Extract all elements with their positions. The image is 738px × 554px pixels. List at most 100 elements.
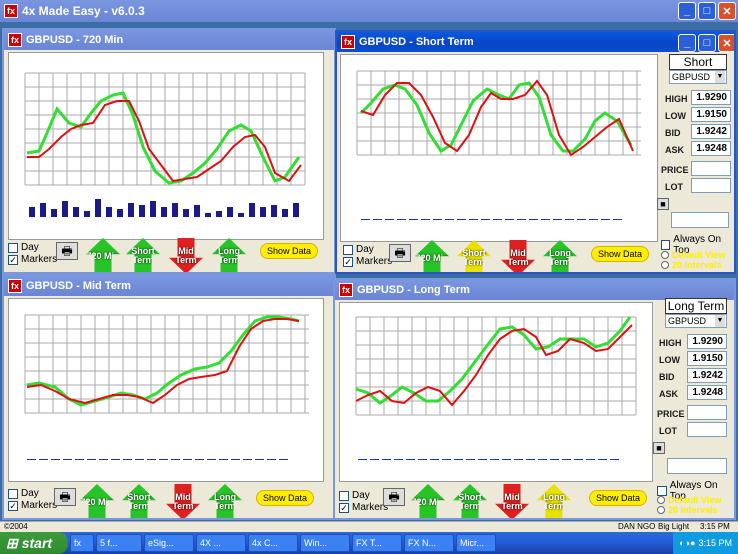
show-data-button[interactable]: Show Data [591, 246, 650, 262]
tray-icons: ◐◑● [679, 538, 696, 548]
light-text: Big Light [658, 522, 690, 531]
show-data-button[interactable]: Show Data [256, 490, 315, 506]
minimize-button[interactable]: _ [678, 34, 696, 52]
day-checkbox[interactable]: Day [343, 244, 374, 255]
tick-mark [370, 459, 379, 460]
markers-checkbox[interactable]: ✓ Markers [343, 256, 392, 267]
short-term-button[interactable]: Short Term [453, 484, 487, 518]
start-button[interactable]: ⊞ start [0, 532, 68, 554]
window-icon: fx [339, 283, 353, 297]
window-titlebar[interactable]: fx GBPUSD - Mid Term [4, 276, 334, 296]
maximize-button[interactable]: □ [698, 34, 716, 52]
window-titlebar[interactable]: fx GBPUSD - Long Term [335, 280, 734, 300]
bid-value: 1.9242 [691, 124, 731, 139]
short-term-button[interactable]: Short Term [126, 238, 160, 272]
maximize-button[interactable]: □ [698, 2, 716, 20]
lot-label: LOT [659, 426, 677, 436]
long-term-button[interactable]: Long Term [537, 484, 571, 518]
taskbar-item[interactable]: Win... [300, 534, 350, 552]
window-title: GBPUSD - 720 Min [26, 34, 124, 46]
intervals-radio[interactable]: 20 Intervals [661, 260, 722, 270]
long-term-button[interactable]: Long Term [543, 240, 577, 272]
data-tick-row [358, 459, 619, 460]
default-view-radio[interactable]: Default View [661, 250, 725, 260]
window-titlebar[interactable]: fx GBPUSD - Short Term _ □ ✕ [337, 32, 734, 52]
pair-select[interactable]: GBPUSD [669, 70, 727, 84]
quicklaunch-fx-icon[interactable]: fx [70, 534, 94, 552]
window-titlebar[interactable]: fx GBPUSD - 720 Min [4, 30, 334, 50]
ask-value: 1.9248 [691, 141, 731, 156]
status-bar: ©2004 DAN NGO Big Light 3:15 PM [0, 521, 738, 532]
tick-mark [51, 459, 60, 460]
window-mid-term[interactable]: fx GBPUSD - Mid Term Day ✓ Markers 🖶 720 … [2, 274, 336, 520]
printer-icon[interactable]: 🖶 [54, 488, 76, 506]
720-min-button[interactable]: 720 Min [86, 238, 120, 272]
window-long-term[interactable]: fx GBPUSD - Long Term Day ✓ Markers 🖶 720… [333, 278, 736, 520]
low-label: LOW [665, 111, 686, 121]
copyright-text: ©2004 [4, 522, 28, 531]
close-button[interactable]: ✕ [718, 2, 736, 20]
markers-checkbox[interactable]: ✓ Markers [8, 254, 57, 265]
mid-term-button[interactable]: Mid Term [169, 238, 203, 272]
printer-icon[interactable]: 🖶 [56, 242, 78, 260]
printer-icon[interactable]: 🖶 [383, 488, 405, 506]
pair-select[interactable]: GBPUSD [665, 314, 727, 328]
tick-mark [255, 459, 264, 460]
window-short-term[interactable]: fx GBPUSD - Short Term _ □ ✕ Day ✓ Marker… [335, 30, 736, 274]
price-input[interactable] [687, 405, 727, 420]
lot-input[interactable] [687, 422, 727, 437]
chart-plot [8, 298, 324, 482]
tick-mark [589, 219, 598, 220]
default-view-radio[interactable]: Default View [657, 495, 721, 505]
tick-mark [529, 219, 538, 220]
taskbar-item[interactable]: 4x C... [248, 534, 298, 552]
tick-mark [445, 219, 454, 220]
show-data-button[interactable]: Show Data [589, 490, 648, 506]
tick-mark [75, 459, 84, 460]
show-data-button[interactable]: Show Data [260, 243, 319, 259]
volume-bar [139, 205, 145, 217]
save-icon[interactable]: ■ [657, 198, 669, 210]
mid-term-button[interactable]: Mid Term [501, 240, 535, 272]
day-checkbox[interactable]: Day [8, 242, 39, 253]
long-term-button[interactable]: Long Term [208, 484, 242, 518]
mid-term-button[interactable]: Mid Term [166, 484, 200, 518]
bid-value: 1.9242 [687, 368, 727, 383]
taskbar-item[interactable]: 4X ... [196, 534, 246, 552]
720-min-button[interactable]: 720 Min [80, 484, 114, 518]
tick-mark [469, 219, 478, 220]
taskbar-item[interactable]: Micr... [456, 534, 496, 552]
tick-mark [219, 459, 228, 460]
volume-bar [95, 199, 101, 217]
day-checkbox[interactable]: Day [339, 490, 370, 501]
volume-bar [271, 205, 277, 217]
minimize-button[interactable]: _ [678, 2, 696, 20]
data-tick-row [27, 459, 288, 460]
short-term-button[interactable]: Short Term [457, 240, 491, 272]
taskbar-item[interactable]: FX N... [404, 534, 454, 552]
720-min-button[interactable]: 720 Min [415, 240, 449, 272]
lot-input[interactable] [691, 178, 731, 193]
volume-bar [249, 203, 255, 217]
short-term-button[interactable]: Short Term [122, 484, 156, 518]
tick-mark [514, 459, 523, 460]
markers-checkbox[interactable]: ✓ Markers [8, 500, 57, 511]
volume-bar [282, 209, 288, 217]
price-input[interactable] [691, 161, 731, 176]
day-checkbox[interactable]: Day [8, 488, 39, 499]
taskbar-item[interactable]: 5 f... [96, 534, 142, 552]
mid-term-button[interactable]: Mid Term [495, 484, 529, 518]
message-box [671, 212, 729, 228]
720-min-button[interactable]: 720 Min [411, 484, 445, 518]
app-title: 4x Made Easy - v6.0.3 [22, 4, 145, 18]
window-720-min[interactable]: fx GBPUSD - 720 Min Day ✓ Markers 🖶 720 M… [2, 28, 336, 274]
taskbar-item[interactable]: FX T... [352, 534, 402, 552]
taskbar-item[interactable]: eSig... [144, 534, 194, 552]
long-term-button[interactable]: Long Term [212, 238, 246, 272]
intervals-radio[interactable]: 20 Intervals [657, 505, 718, 515]
markers-checkbox[interactable]: ✓ Markers [339, 502, 388, 513]
save-icon[interactable]: ■ [653, 442, 665, 454]
close-button[interactable]: ✕ [718, 34, 734, 52]
printer-icon[interactable]: 🖶 [389, 244, 411, 262]
timeframe-label: Long Term [665, 298, 727, 314]
